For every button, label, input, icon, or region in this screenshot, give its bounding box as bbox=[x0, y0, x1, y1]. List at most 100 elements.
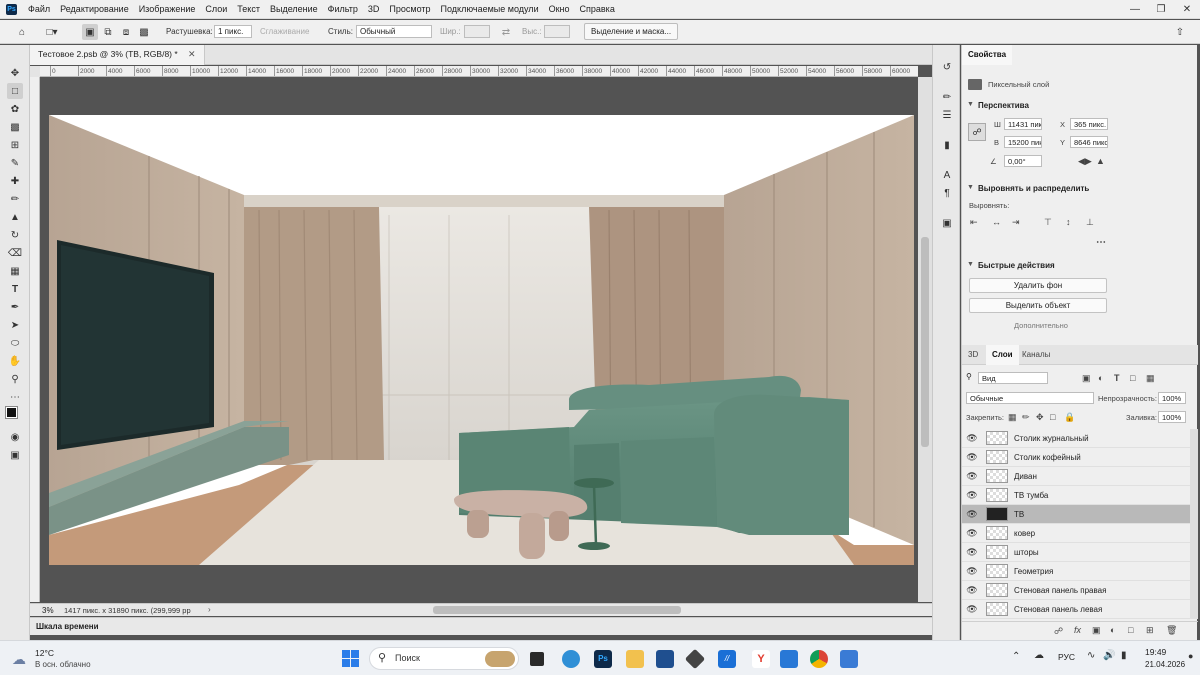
link-dimensions-icon[interactable]: ☍ bbox=[968, 123, 986, 141]
visibility-eye-icon[interactable]: 👁 bbox=[962, 585, 982, 596]
app-cube-icon[interactable] bbox=[684, 648, 706, 670]
app-blue-icon[interactable]: // bbox=[718, 650, 736, 668]
tab-layers[interactable]: Слои bbox=[986, 345, 1019, 365]
feather-input[interactable]: 1 пикс. bbox=[214, 25, 252, 38]
visibility-eye-icon[interactable]: 👁 bbox=[962, 604, 982, 615]
layer-row[interactable]: 👁 шторы bbox=[962, 543, 1190, 562]
marquee-tool-preset-icon[interactable]: □▾ bbox=[44, 24, 60, 40]
wifi-icon[interactable]: ∿ bbox=[1087, 650, 1095, 661]
align-bottom-icon[interactable]: ⊥ bbox=[1086, 217, 1094, 228]
angle-field[interactable]: 0,00° bbox=[1004, 155, 1042, 167]
align-top-icon[interactable]: ⊤ bbox=[1044, 217, 1052, 228]
clone-source-icon[interactable]: ▮ bbox=[939, 137, 955, 153]
app-monitor-icon[interactable] bbox=[780, 650, 798, 668]
screen-mode-icon[interactable]: ▣ bbox=[7, 447, 23, 463]
brushes-icon[interactable]: ✏ bbox=[939, 89, 955, 105]
filter-shape-icon[interactable]: □ bbox=[1130, 373, 1135, 383]
language-indicator[interactable]: РУС bbox=[1058, 652, 1075, 662]
more-tools-icon[interactable]: ⋯ bbox=[7, 389, 23, 405]
lock-position-icon[interactable]: ✥ bbox=[1036, 412, 1044, 423]
history-brush-tool-icon[interactable]: ↻ bbox=[7, 227, 23, 243]
stamp-tool-icon[interactable]: ▲ bbox=[7, 209, 23, 225]
layer-row-selected[interactable]: 👁 ТВ bbox=[962, 505, 1190, 524]
libraries-icon[interactable]: ▣ bbox=[939, 215, 955, 231]
cloud-tray-icon[interactable]: ☁ bbox=[1034, 650, 1044, 661]
minimize-button[interactable]: — bbox=[1122, 0, 1148, 19]
visibility-eye-icon[interactable]: 👁 bbox=[962, 490, 982, 501]
width-field[interactable]: 11431 пик bbox=[1004, 118, 1042, 130]
layer-row[interactable]: 👁 Стеновая панель правая bbox=[962, 581, 1190, 600]
more-options-icon[interactable]: ⋯ bbox=[1096, 237, 1106, 248]
layer-row[interactable]: 👁 Столик кофейный bbox=[962, 448, 1190, 467]
menu-filter[interactable]: Фильтр bbox=[323, 4, 363, 14]
yandex-browser-icon[interactable]: Y bbox=[752, 650, 770, 668]
paragraph-icon[interactable]: ¶ bbox=[939, 185, 955, 201]
taskbar-search[interactable]: ⚲ Поиск bbox=[369, 647, 519, 670]
brush-tool-icon[interactable]: ✏ bbox=[7, 191, 23, 207]
visibility-eye-icon[interactable]: 👁 bbox=[962, 566, 982, 577]
move-tool-icon[interactable]: ✥ bbox=[7, 65, 23, 81]
new-group-icon[interactable]: □ bbox=[1128, 625, 1133, 635]
visibility-eye-icon[interactable]: 👁 bbox=[962, 471, 982, 482]
quick-mask-icon[interactable]: ◉ bbox=[7, 429, 23, 445]
menu-help[interactable]: Справка bbox=[575, 4, 620, 14]
tab-3d[interactable]: 3D bbox=[962, 345, 984, 365]
height-field[interactable]: 15200 пик bbox=[1004, 136, 1042, 148]
home-icon[interactable]: ⌂ bbox=[14, 24, 30, 40]
adjustments-icon[interactable]: ☰ bbox=[939, 107, 955, 123]
layer-row[interactable]: 👁 Столик журнальный bbox=[962, 429, 1190, 448]
visibility-eye-icon[interactable]: 👁 bbox=[962, 433, 982, 444]
align-left-icon[interactable]: ⇤ bbox=[970, 217, 978, 228]
lock-artboard-icon[interactable]: □ bbox=[1050, 412, 1055, 422]
path-select-tool-icon[interactable]: ➤ bbox=[7, 317, 23, 333]
menu-image[interactable]: Изображение bbox=[134, 4, 201, 14]
lasso-tool-icon[interactable]: ✿ bbox=[7, 101, 23, 117]
clock-date[interactable]: 21.04.2026 bbox=[1145, 660, 1185, 669]
rect-marquee-tool-icon[interactable]: □ bbox=[7, 83, 23, 99]
visibility-eye-icon[interactable]: 👁 bbox=[962, 547, 982, 558]
eyedropper-tool-icon[interactable]: ✎ bbox=[7, 155, 23, 171]
chevron-down-icon[interactable]: ▼ bbox=[967, 261, 974, 268]
delete-layer-icon[interactable]: 🗑 bbox=[1166, 625, 1177, 636]
hand-tool-icon[interactable]: ✋ bbox=[7, 353, 23, 369]
align-right-icon[interactable]: ⇥ bbox=[1012, 217, 1020, 228]
store-icon[interactable] bbox=[656, 650, 674, 668]
select-and-mask-button[interactable]: Выделение и маска... bbox=[584, 23, 679, 40]
photoshop-taskbar-icon[interactable]: Ps bbox=[594, 650, 612, 668]
layers-scrollbar[interactable] bbox=[1190, 429, 1198, 619]
color-swatches-icon[interactable] bbox=[5, 406, 24, 425]
timeline-label[interactable]: Шкала времени bbox=[36, 622, 99, 631]
pen-tool-icon[interactable]: ✒ bbox=[7, 299, 23, 315]
weather-icon[interactable]: ☁ bbox=[12, 651, 26, 668]
document-tab[interactable]: Тестовое 2.psb @ 3% (ТВ, RGB/8) * ✕ bbox=[30, 45, 205, 65]
flip-vertical-icon[interactable]: ▲ bbox=[1096, 156, 1105, 166]
crop-tool-icon[interactable]: ⊞ bbox=[7, 137, 23, 153]
menu-3d[interactable]: 3D bbox=[363, 4, 385, 14]
character-icon[interactable]: A bbox=[939, 167, 955, 183]
close-tab-icon[interactable]: ✕ bbox=[188, 49, 196, 59]
style-select[interactable]: Обычный bbox=[356, 25, 432, 38]
menu-plugins[interactable]: Подключаемые модули bbox=[436, 4, 544, 14]
task-view-icon[interactable] bbox=[530, 652, 544, 666]
menu-view[interactable]: Просмотр bbox=[384, 4, 435, 14]
height-input[interactable] bbox=[544, 25, 570, 38]
x-field[interactable]: 365 пикс. bbox=[1070, 118, 1108, 130]
intersect-selection-icon[interactable]: ▩ bbox=[136, 24, 152, 40]
app-photos-icon[interactable] bbox=[840, 650, 858, 668]
edge-browser-icon[interactable] bbox=[562, 650, 580, 668]
layer-row[interactable]: 👁 Стеновая панель левая bbox=[962, 600, 1190, 619]
add-mask-icon[interactable]: ▣ bbox=[1092, 625, 1101, 636]
vertical-scrollbar[interactable] bbox=[918, 77, 932, 602]
maximize-button[interactable]: ❐ bbox=[1148, 0, 1174, 19]
y-field[interactable]: 8646 пикс. bbox=[1070, 136, 1108, 148]
share-icon[interactable]: ⇧ bbox=[1172, 24, 1188, 40]
weather-temp[interactable]: 12°C bbox=[35, 648, 54, 658]
filter-smart-icon[interactable]: ▦ bbox=[1146, 373, 1155, 384]
notifications-icon[interactable]: ● bbox=[1188, 651, 1193, 661]
chevron-down-icon[interactable]: ▼ bbox=[967, 101, 974, 108]
adjustment-layer-icon[interactable]: ◐ bbox=[1110, 625, 1115, 635]
flip-horizontal-icon[interactable]: ◀▶ bbox=[1078, 156, 1092, 167]
lock-transparency-icon[interactable]: ▦ bbox=[1008, 412, 1017, 423]
room-render-canvas[interactable] bbox=[49, 115, 914, 565]
battery-icon[interactable]: ▮ bbox=[1121, 650, 1127, 661]
